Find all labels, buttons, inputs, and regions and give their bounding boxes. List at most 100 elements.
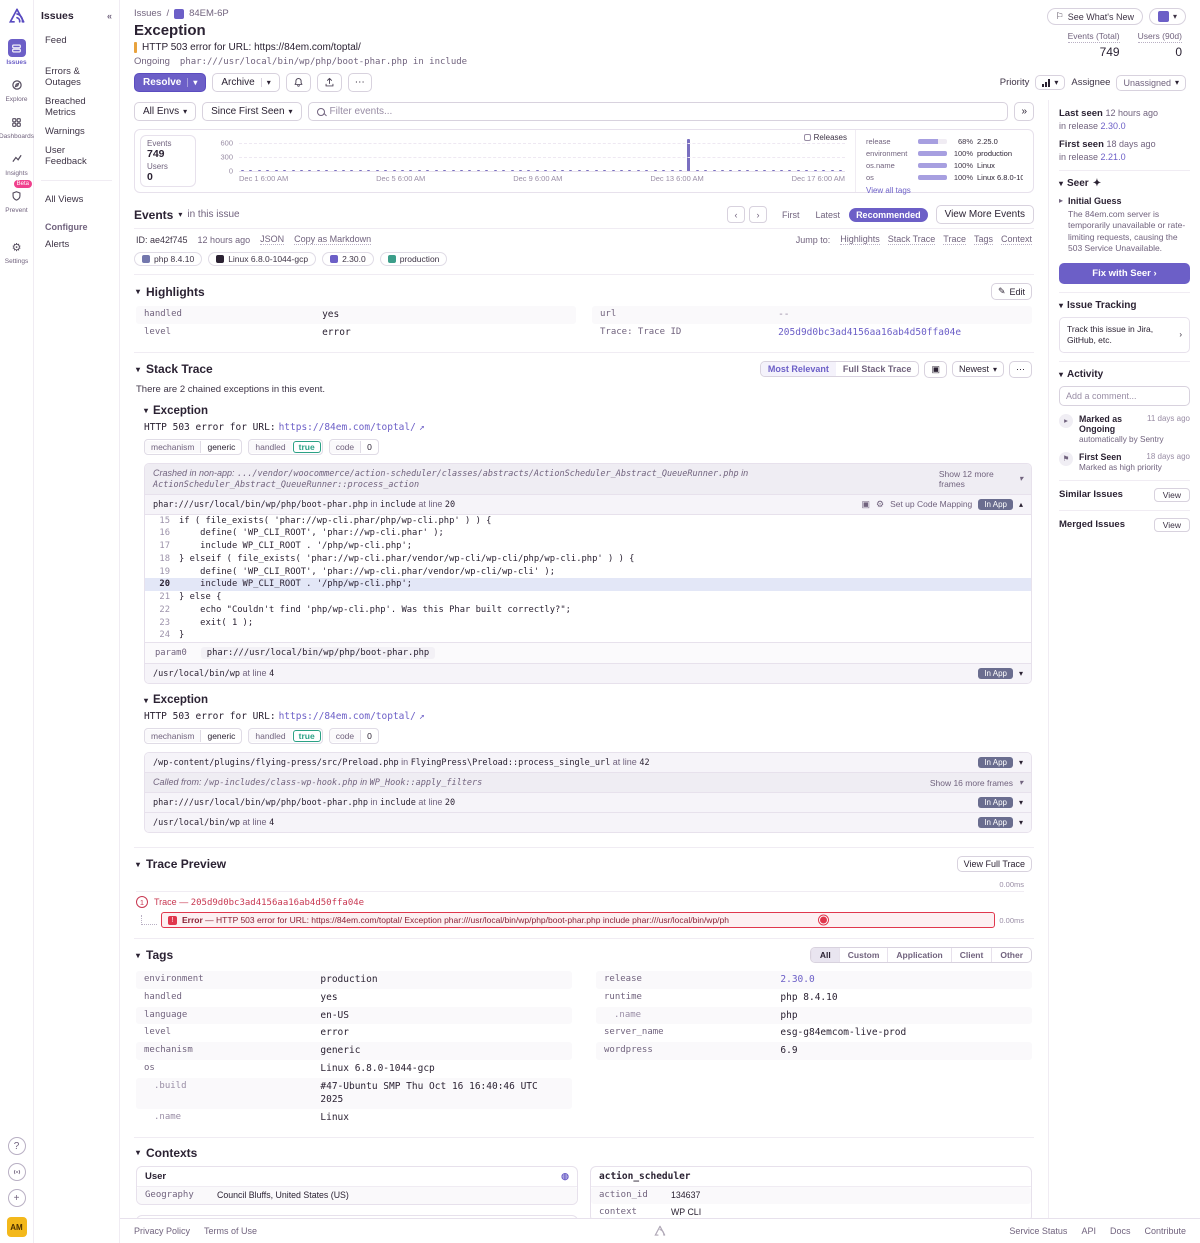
- sidenav-view-item[interactable]: User Feedback: [41, 142, 112, 170]
- collapse-panel-button[interactable]: »: [1014, 102, 1034, 121]
- breadcrumb-short-id[interactable]: 84EM-6P: [189, 8, 229, 19]
- jump-link[interactable]: Stack Trace: [888, 234, 936, 245]
- chevron-down-icon[interactable]: ▾: [1059, 179, 1063, 188]
- footer-link[interactable]: Docs: [1110, 1226, 1131, 1236]
- tag-row[interactable]: handled yes: [136, 989, 572, 1007]
- footer-link[interactable]: Privacy Policy: [134, 1226, 190, 1236]
- facet-row[interactable]: release 68% 2.25.0: [866, 137, 1023, 146]
- in-app-toggle[interactable]: In App: [978, 668, 1013, 679]
- sidenav-item-all-views[interactable]: All Views: [41, 191, 112, 208]
- chevron-down-icon[interactable]: ▾: [1019, 758, 1023, 767]
- jump-link[interactable]: Trace: [943, 234, 966, 245]
- tag-row[interactable]: .name php: [596, 1007, 1032, 1025]
- archive-button[interactable]: Archive ▾: [212, 73, 279, 92]
- stack-view-option[interactable]: Full Stack Trace: [836, 362, 919, 376]
- tag-filter-tab[interactable]: Application: [887, 948, 950, 962]
- stack-frame-row[interactable]: phar:///usr/local/bin/wp/php/boot-phar.p…: [145, 494, 1031, 514]
- tag-row[interactable]: environment production: [136, 971, 572, 989]
- graph-stat[interactable]: Events 749: [147, 139, 189, 160]
- copy-icon[interactable]: ▣: [861, 499, 870, 510]
- event-tag-pill-environment[interactable]: production: [380, 252, 448, 266]
- next-event-button[interactable]: ›: [749, 206, 767, 223]
- share-button[interactable]: [317, 73, 342, 92]
- chevron-down-icon[interactable]: ▾: [178, 210, 182, 219]
- event-tag-pill-release[interactable]: 2.30.0: [322, 252, 374, 266]
- sentry-logo[interactable]: [7, 6, 27, 26]
- comment-input[interactable]: [1059, 386, 1190, 406]
- stack-frame-row[interactable]: /usr/local/bin/wp at line 4 In App ▾: [145, 663, 1031, 683]
- last-seen-release-link[interactable]: 2.30.0: [1101, 121, 1126, 131]
- trace-root-row[interactable]: 1 Trace — 205d9d0bc3ad4156aa16ab4d50ffa0…: [136, 892, 1024, 912]
- resolve-button[interactable]: Resolve ▾: [134, 73, 206, 92]
- tag-row[interactable]: wordpress 6.9: [596, 1042, 1032, 1060]
- json-link[interactable]: JSON: [260, 234, 284, 245]
- sidenav-view-item[interactable]: Warnings: [41, 123, 112, 140]
- tag-filter-tab[interactable]: Custom: [839, 948, 888, 962]
- chevron-down-icon[interactable]: ▾: [136, 1148, 140, 1157]
- event-tag-pill-runtime[interactable]: php 8.4.10: [134, 252, 202, 266]
- exception-url-link[interactable]: https://84em.com/toptal/: [279, 711, 416, 722]
- search-input[interactable]: [330, 106, 1000, 117]
- assignee-select[interactable]: Unassigned ▾: [1116, 75, 1186, 91]
- similar-issues-view-button[interactable]: View: [1154, 488, 1190, 502]
- event-nav-tab[interactable]: Latest: [809, 208, 848, 222]
- chevron-down-icon[interactable]: ▾: [1019, 818, 1023, 827]
- chevron-down-icon[interactable]: ▾: [136, 365, 140, 374]
- show-more-frames-link[interactable]: Show 12 more frames: [939, 469, 1013, 489]
- jump-link[interactable]: Highlights: [840, 234, 880, 245]
- facet-row[interactable]: os.name 100% Linux: [866, 161, 1023, 170]
- rail-item-insights[interactable]: Insights: [0, 145, 33, 182]
- footer-link[interactable]: Terms of Use: [204, 1226, 257, 1236]
- facet-row[interactable]: os 100% Linux 6.8.0-1044-g...: [866, 173, 1023, 182]
- exception-url-link[interactable]: https://84em.com/toptal/: [279, 422, 416, 433]
- rail-item-settings[interactable]: ⚙ Settings: [0, 233, 33, 270]
- track-issue-card[interactable]: Track this issue in Jira, GitHub, etc. ›: [1059, 317, 1190, 353]
- view-more-events-button[interactable]: View More Events: [936, 205, 1034, 224]
- chevron-down-icon[interactable]: ▾: [144, 696, 148, 705]
- broadcast-button[interactable]: [8, 1163, 26, 1181]
- first-seen-release-link[interactable]: 2.21.0: [1101, 152, 1126, 162]
- trace-error-span[interactable]: ! Error — HTTP 503 error for URL: https:…: [161, 912, 995, 928]
- show-more-frames-link[interactable]: Show 16 more frames: [930, 778, 1013, 788]
- crashed-frame-row[interactable]: Crashed in non-app: .../vendor/woocommer…: [145, 464, 1031, 494]
- sidenav-item-alerts[interactable]: Alerts: [41, 236, 112, 253]
- tag-row[interactable]: .build #47-Ubuntu SMP Thu Oct 16 16:40:4…: [136, 1078, 572, 1110]
- rail-item-issues[interactable]: Issues: [0, 34, 33, 71]
- sidenav-view-item[interactable]: Breached Metrics: [41, 93, 112, 121]
- view-all-tags-link[interactable]: View all tags: [866, 186, 1023, 195]
- graph-stat[interactable]: Users 0: [147, 162, 189, 183]
- chevron-down-icon[interactable]: ▾: [1059, 301, 1063, 310]
- event-search-box[interactable]: [308, 102, 1009, 121]
- rail-item-explore[interactable]: Explore: [0, 71, 33, 108]
- stack-frame-row[interactable]: phar:///usr/local/bin/wp/php/boot-phar.p…: [145, 792, 1031, 812]
- date-range-select[interactable]: Since First Seen▾: [202, 102, 301, 121]
- chevron-down-icon[interactable]: ▾: [1059, 370, 1063, 379]
- sidenav-view-item[interactable]: Errors & Outages: [41, 63, 112, 91]
- chevron-down-icon[interactable]: ▾: [144, 406, 148, 415]
- stack-view-option[interactable]: Most Relevant: [761, 362, 836, 376]
- jump-link[interactable]: Context: [1001, 234, 1032, 245]
- tag-row[interactable]: release 2.30.0: [596, 971, 1032, 989]
- chevron-down-icon[interactable]: ▾: [136, 951, 140, 960]
- stack-frame-row[interactable]: /usr/local/bin/wp at line 4 In App ▾: [145, 812, 1031, 832]
- tag-row[interactable]: mechanism generic: [136, 1042, 572, 1060]
- chevron-down-icon[interactable]: ▾: [136, 287, 140, 296]
- in-app-toggle[interactable]: In App: [978, 499, 1013, 510]
- tag-filter-tab[interactable]: All: [811, 948, 839, 962]
- external-link-icon[interactable]: ↗: [419, 422, 425, 433]
- sort-newest-select[interactable]: Newest ▾: [952, 361, 1004, 377]
- whats-new-button[interactable]: ⚐ See What's New: [1047, 8, 1143, 25]
- tag-filter-tab[interactable]: Client: [951, 948, 992, 962]
- breadcrumb-issues-link[interactable]: Issues: [134, 8, 161, 19]
- tag-row[interactable]: os Linux 6.8.0-1044-gcp: [136, 1060, 572, 1078]
- resolve-dropdown-icon[interactable]: ▾: [187, 78, 197, 87]
- stack-frame-row[interactable]: /wp-content/plugins/flying-press/src/Pre…: [145, 753, 1031, 772]
- subscribe-bell-button[interactable]: [286, 73, 311, 92]
- help-button[interactable]: ?: [8, 1137, 26, 1155]
- footer-link[interactable]: API: [1081, 1226, 1096, 1236]
- collapse-sidenav-button[interactable]: «: [107, 11, 112, 21]
- thread-state-button[interactable]: ▣: [924, 361, 947, 378]
- chevron-down-icon[interactable]: ▾: [1019, 798, 1023, 807]
- sidenav-item-feed[interactable]: Feed: [41, 32, 112, 49]
- edit-highlights-button[interactable]: ✎ Edit: [991, 283, 1032, 300]
